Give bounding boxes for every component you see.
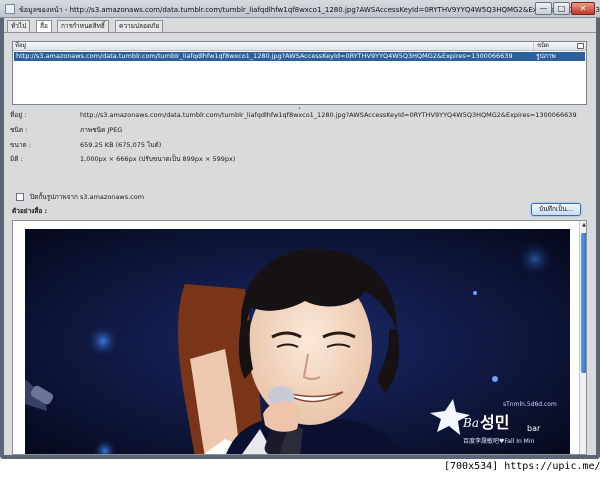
image-caption: [700x534] https://upic.me/ — [444, 461, 600, 472]
property-value: 659.25 KB (675,075 ไบต์) — [80, 141, 162, 149]
window-title: ข้อมูลของหน้า - http://s3.amazonaws.com/… — [19, 6, 600, 14]
column-picker-icon[interactable] — [577, 43, 584, 49]
media-list[interactable]: ที่อยู่ ชนิด http://s3.amazonaws.com/dat… — [12, 41, 587, 105]
caption-dims: [700x534] — [444, 461, 499, 472]
property-label: มิติ : — [10, 155, 23, 163]
media-list-row[interactable]: http://s3.amazonaws.com/data.tumblr.com/… — [14, 52, 585, 61]
tab-permissions[interactable]: การกำหนดสิทธิ์ — [57, 20, 109, 32]
block-images-checkbox[interactable] — [16, 193, 24, 201]
tab-security[interactable]: ความปลอดภัย — [115, 20, 164, 32]
tab-general[interactable]: ทั่วไป — [7, 20, 31, 32]
watermark-url: sTnmln.5d6d.com — [503, 401, 557, 408]
media-preview-label: ตัวอย่างสื่อ : — [12, 207, 48, 215]
page-info-icon — [5, 4, 15, 14]
title-bar[interactable]: ข้อมูลของหน้า - http://s3.amazonaws.com/… — [0, 0, 600, 18]
save-as-button[interactable]: บันทึกเป็น... — [531, 203, 581, 216]
dialog-body: ทั่วไป สื่อ การกำหนดสิทธิ์ ความปลอดภัย ท… — [4, 18, 596, 455]
block-images-label[interactable]: ปิดกั้นรูปภาพจาก s3.amazonaws.com — [30, 193, 144, 201]
close-button[interactable]: ✕ — [571, 2, 595, 15]
property-label: ขนาด : — [10, 141, 32, 149]
caption-site[interactable]: https://upic.me/ — [504, 461, 600, 472]
watermark-sub: bar — [527, 424, 541, 433]
preview-scrollbar[interactable]: ▲ — [579, 221, 586, 454]
property-value: ภาพชนิด JPEG — [80, 126, 123, 134]
scroll-thumb[interactable] — [581, 233, 586, 373]
media-row-type: รูปภาพ — [536, 52, 556, 60]
maximize-button[interactable]: □ — [553, 2, 570, 15]
property-value: 1,000px × 666px (ปรับขนาดเป็น 899px × 59… — [80, 155, 236, 163]
watermark-logo-script: Ba — [462, 416, 479, 430]
page-info-window: ข้อมูลของหน้า - http://s3.amazonaws.com/… — [0, 0, 600, 459]
scroll-up-icon[interactable]: ▲ — [580, 221, 586, 229]
tab-divider — [4, 32, 596, 33]
preview-image: Ba 성민 bar sTnmln.5d6d.com 百度李晟敏吧♥Fall In… — [25, 229, 570, 454]
property-label: ที่อยู่ : — [10, 111, 27, 119]
media-list-header: ที่อยู่ ชนิด — [13, 42, 586, 51]
column-header-type[interactable]: ชนิด — [533, 42, 577, 50]
watermark-logo: 성민 — [480, 413, 509, 432]
media-preview: Ba 성민 bar sTnmln.5d6d.com 百度李晟敏吧♥Fall In… — [12, 220, 587, 455]
column-header-address[interactable]: ที่อยู่ — [15, 42, 26, 50]
media-row-address: http://s3.amazonaws.com/data.tumblr.com/… — [16, 52, 513, 60]
splitter-grip-icon[interactable]: • — [298, 106, 302, 112]
property-value: http://s3.amazonaws.com/data.tumblr.com/… — [80, 111, 577, 119]
minimize-button[interactable]: — — [535, 2, 552, 15]
property-label: ชนิด : — [10, 126, 28, 134]
watermark-line2: 百度李晟敏吧♥Fall In Min — [463, 437, 535, 445]
